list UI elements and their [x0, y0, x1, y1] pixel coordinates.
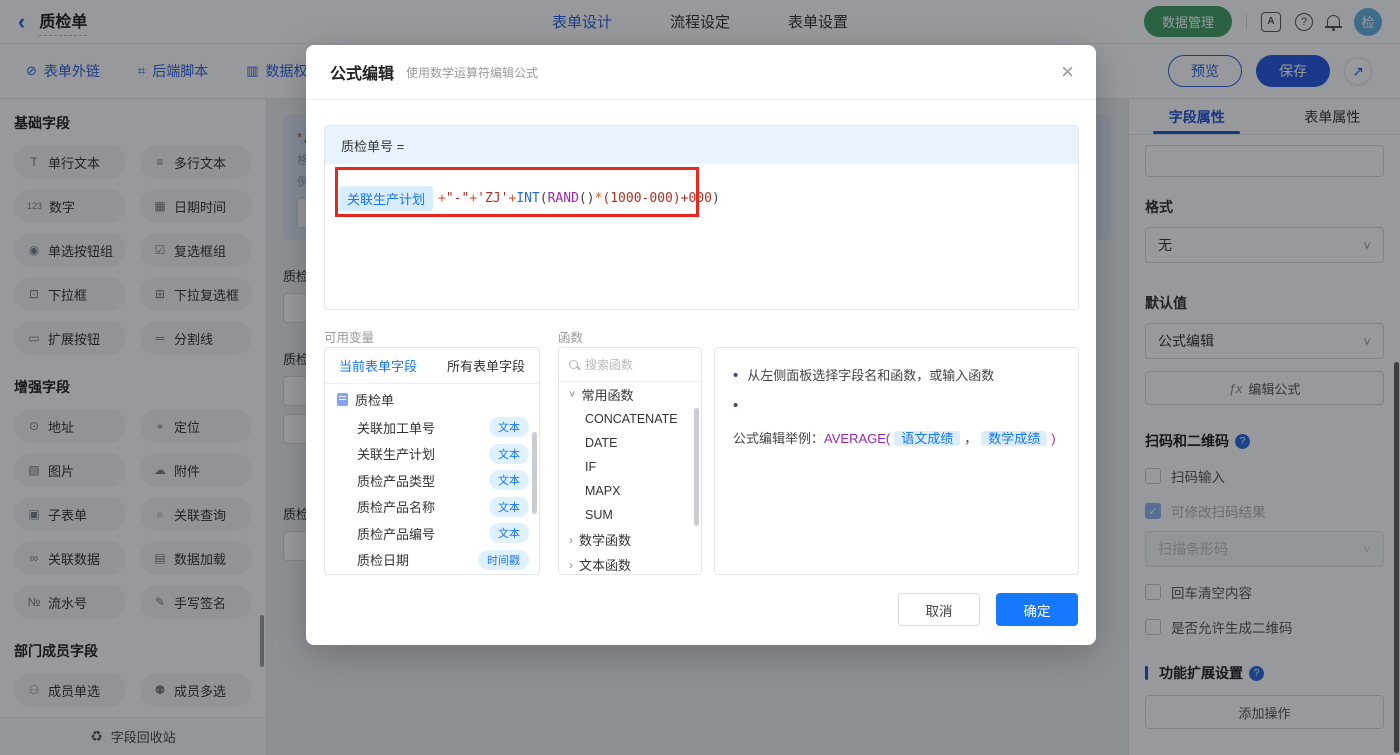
caret-right-icon: › — [569, 532, 573, 547]
modal-subtitle: 使用数学运算符编辑公式 — [406, 65, 539, 80]
function-item[interactable]: CONCATENATE — [559, 407, 701, 431]
confirm-button[interactable]: 确定 — [996, 593, 1078, 626]
group-label: 文本函数 — [579, 558, 632, 573]
example-function: AVERAGE( — [824, 431, 891, 446]
tab-all-form-fields[interactable]: 所有表单字段 — [447, 356, 525, 375]
function-item[interactable]: DATE — [559, 431, 701, 455]
type-badge: 文本 — [489, 470, 529, 491]
bullet-icon: • — [733, 397, 739, 414]
type-badge: 文本 — [489, 523, 529, 544]
example-comma: ， — [964, 431, 978, 446]
variable-name: 质检产品名称 — [357, 500, 436, 516]
cancel-button[interactable]: 取消 — [898, 593, 980, 626]
variable-name: 关联生产计划 — [357, 447, 436, 463]
variable-item[interactable]: 质检产品类型 文本 — [325, 467, 539, 494]
caret-down-icon: ˅ — [569, 388, 576, 401]
close-icon[interactable]: × — [1061, 61, 1074, 83]
functions-scrollbar[interactable] — [694, 408, 699, 526]
function-search[interactable] — [559, 348, 701, 382]
formula-token: INT — [516, 191, 540, 206]
tree-root-label: 质检单 — [355, 392, 395, 408]
formula-token: RAND — [547, 191, 579, 206]
bullet-icon: • — [733, 367, 739, 384]
caret-right-icon: › — [569, 557, 573, 572]
function-item[interactable]: IF — [559, 455, 701, 479]
example-prefix: 公式编辑举例： — [733, 431, 825, 446]
function-group-common[interactable]: ˅ 常用函数 — [559, 382, 701, 407]
variables-scrollbar[interactable] — [532, 432, 537, 514]
formula-token: + — [438, 191, 446, 206]
variable-tree-root[interactable]: 质检单 — [325, 384, 539, 414]
formula-help-panel: • 从左侧面板选择字段名和函数，或输入函数 • 公式编辑举例：AVERAGE(语… — [714, 347, 1079, 575]
example-chip: 数学成绩 — [981, 431, 1048, 446]
formula-edit-modal: 公式编辑 使用数学运算符编辑公式 × 质检单号 = 关联生产计划 + "-" + 'Z… — [306, 45, 1096, 645]
function-group-math[interactable]: › 数学函数 — [559, 527, 701, 552]
variable-name: 关联加工单号 — [357, 420, 436, 436]
document-icon — [337, 392, 348, 406]
function-search-input[interactable] — [585, 357, 677, 372]
variable-name: 质检日期 — [357, 553, 410, 569]
field-chip[interactable]: 关联生产计划 — [339, 186, 434, 211]
formula-token: () — [578, 191, 595, 206]
type-badge: 文本 — [489, 417, 529, 438]
example-close: ) — [1051, 431, 1056, 446]
formula-token: ) — [711, 191, 720, 206]
formula-editor[interactable]: 质检单号 = 关联生产计划 + "-" + 'ZJ' + INT(RAND() * (1000… — [324, 125, 1079, 310]
search-icon — [569, 360, 578, 369]
formula-token: * — [594, 191, 603, 206]
variable-item[interactable]: 质检产品名称 文本 — [325, 494, 539, 521]
variable-item[interactable]: 关联加工单号 文本 — [325, 414, 539, 441]
formula-token: 'ZJ' — [477, 191, 509, 206]
formula-token: + — [469, 191, 478, 206]
variables-panel: 当前表单字段 所有表单字段 质检单 关联加工单号 文本 关联生产计划 文本 质检产品… — [324, 347, 540, 575]
functions-panel: ˅ 常用函数 CONCATENATE DATE IF MAPX SUM › 数学… — [558, 347, 702, 575]
formula-target: 质检单号 = — [325, 126, 1078, 164]
group-label: 数学函数 — [579, 533, 632, 548]
formula-token: "-" — [445, 191, 470, 206]
formula-token: ( — [539, 191, 548, 206]
help-example: 公式编辑举例：AVERAGE(语文成绩，数学成绩) — [733, 427, 1056, 451]
formula-expression[interactable]: 关联生产计划 + "-" + 'ZJ' + INT(RAND() * (1000-000)+0… — [339, 186, 1078, 211]
functions-section-label: 函数 — [558, 331, 584, 345]
variable-item[interactable]: 质检日期 时间戳 — [325, 547, 539, 574]
tab-current-form-fields[interactable]: 当前表单字段 — [339, 356, 417, 375]
type-badge: 文本 — [489, 496, 529, 517]
help-text: 从左侧面板选择字段名和函数，或输入函数 — [747, 368, 995, 383]
variable-item[interactable]: 关联生产计划 文本 — [325, 441, 539, 468]
type-badge: 文本 — [489, 443, 529, 464]
variable-name: 质检产品编号 — [357, 526, 436, 542]
variable-item-clipped[interactable] — [325, 573, 539, 574]
variables-section-label: 可用变量 — [324, 331, 375, 345]
example-chip: 语文成绩 — [894, 431, 961, 446]
formula-token: (1000-000)+000 — [602, 191, 712, 206]
modal-title: 公式编辑 — [330, 66, 395, 83]
variable-item[interactable]: 质检产品编号 文本 — [325, 520, 539, 547]
type-badge: 时间戳 — [478, 549, 529, 570]
group-label: 常用函数 — [581, 388, 634, 403]
function-item[interactable]: MAPX — [559, 479, 701, 503]
function-group-text[interactable]: › 文本函数 — [559, 552, 701, 574]
variable-name: 质检产品类型 — [357, 473, 436, 489]
function-item[interactable]: SUM — [559, 503, 701, 527]
formula-token: + — [508, 191, 517, 206]
